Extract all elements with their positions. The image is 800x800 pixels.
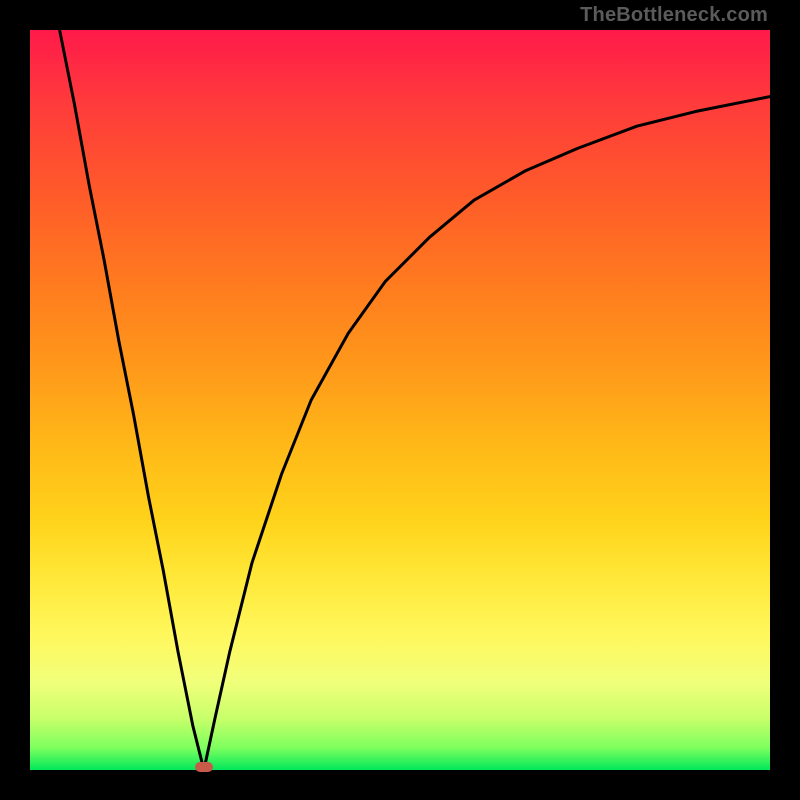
curve-left-branch <box>60 30 204 770</box>
plot-area <box>30 30 770 770</box>
curve-right-branch <box>204 97 770 770</box>
chart-frame: TheBottleneck.com <box>0 0 800 800</box>
watermark-text: TheBottleneck.com <box>580 4 768 27</box>
minimum-marker <box>195 762 213 772</box>
curve-svg <box>30 30 770 770</box>
